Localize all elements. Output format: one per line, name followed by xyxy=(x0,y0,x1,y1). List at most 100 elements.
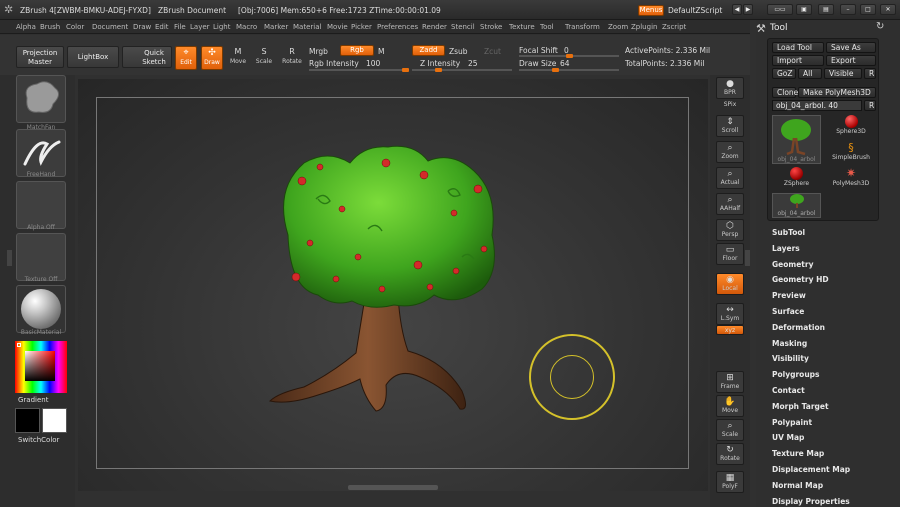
menu-stroke[interactable]: Stroke xyxy=(480,23,502,31)
rgb-intensity-slider[interactable] xyxy=(309,68,409,72)
primary-color-swatch[interactable] xyxy=(15,408,40,433)
tool-simplebrush[interactable]: § SimpleBrush xyxy=(826,141,876,165)
menu-document[interactable]: Document xyxy=(92,23,128,31)
menus-button[interactable]: Menus xyxy=(638,5,664,16)
color-square[interactable] xyxy=(25,351,55,381)
gradient-label[interactable]: Gradient xyxy=(18,396,48,404)
r-button-2[interactable]: R xyxy=(864,100,876,111)
menu-zplugin[interactable]: Zplugin xyxy=(631,23,657,31)
load-tool-button[interactable]: Load Tool xyxy=(772,42,824,53)
menu-texture[interactable]: Texture xyxy=(509,23,535,31)
tool-menu-surface[interactable]: Surface xyxy=(772,307,804,316)
slider-handle[interactable] xyxy=(402,68,409,72)
tool-polymesh3d[interactable]: ✷ PolyMesh3D xyxy=(826,167,876,191)
current-tool-thumbnail[interactable]: obj_04_arbol xyxy=(772,115,821,164)
clone-button[interactable]: Clone xyxy=(772,87,798,98)
refresh-icon[interactable]: ↻ xyxy=(876,21,884,32)
tool-menu-display-properties[interactable]: Display Properties xyxy=(772,497,850,506)
zcut-button[interactable]: Zcut xyxy=(484,47,501,56)
zsub-button[interactable]: Zsub xyxy=(449,47,468,56)
stroke-selector[interactable] xyxy=(16,129,66,177)
tool-menu-morph-target[interactable]: Morph Target xyxy=(772,402,829,411)
projection-master-button[interactable]: Projection Master xyxy=(16,46,64,68)
next-icon[interactable]: ▶ xyxy=(743,4,753,15)
lightbox-button[interactable]: LightBox xyxy=(67,46,119,68)
tool-menu-masking[interactable]: Masking xyxy=(772,339,807,348)
spix-label[interactable]: SPix xyxy=(710,101,750,108)
zadd-button[interactable]: Zadd xyxy=(412,45,445,56)
rgb-button[interactable]: Rgb xyxy=(340,45,374,56)
tool-menu-geometry-hd[interactable]: Geometry HD xyxy=(772,275,829,284)
alpha-selector[interactable] xyxy=(16,181,66,229)
close-icon[interactable]: ✕ xyxy=(880,4,896,15)
menu-file[interactable]: File xyxy=(174,23,186,31)
slider-handle[interactable] xyxy=(551,68,559,72)
prev-icon[interactable]: ◀ xyxy=(732,4,742,15)
menu-draw[interactable]: Draw xyxy=(133,23,151,31)
left-splitter[interactable] xyxy=(7,250,12,266)
fit-icon[interactable]: ▣ xyxy=(796,4,812,15)
rotate-button[interactable]: R Rotate xyxy=(281,46,303,70)
texture-selector[interactable] xyxy=(16,233,66,281)
save-as-button[interactable]: Save As xyxy=(826,42,876,53)
tool-menu-texture-map[interactable]: Texture Map xyxy=(772,449,824,458)
menu-macro[interactable]: Macro xyxy=(236,23,257,31)
tool-menu-geometry[interactable]: Geometry xyxy=(772,260,813,269)
scale-button[interactable]: S Scale xyxy=(254,46,274,70)
r-button[interactable]: R xyxy=(864,68,876,79)
tool-zsphere[interactable]: ZSphere xyxy=(772,167,821,191)
menu-color[interactable]: Color xyxy=(66,23,84,31)
menu-marker[interactable]: Marker xyxy=(264,23,288,31)
menu-zscript[interactable]: Zscript xyxy=(662,23,686,31)
script-name[interactable]: DefaultZScript xyxy=(668,6,722,15)
canvas-scroll-handle[interactable] xyxy=(348,485,438,490)
tool-sphere3d[interactable]: Sphere3D xyxy=(826,115,876,139)
menu-tool[interactable]: Tool xyxy=(540,23,554,31)
color-picker[interactable] xyxy=(15,341,67,393)
tool-obj-arbol[interactable]: obj_04_arbol xyxy=(772,193,821,218)
tool-menu-contact[interactable]: Contact xyxy=(772,386,805,395)
all-button[interactable]: All xyxy=(798,68,822,79)
menu-zoom[interactable]: Zoom xyxy=(608,23,628,31)
move-button[interactable]: M Move xyxy=(228,46,248,70)
tool-menu-normal-map[interactable]: Normal Map xyxy=(772,481,823,490)
maximize-icon[interactable]: □ xyxy=(860,4,876,15)
secondary-color-swatch[interactable] xyxy=(42,408,67,433)
quick-sketch-button[interactable]: Quick Sketch xyxy=(122,46,172,68)
menu-stencil[interactable]: Stencil xyxy=(451,23,475,31)
export-button[interactable]: Export xyxy=(826,55,876,66)
slider-handle[interactable] xyxy=(565,54,573,58)
viewport-canvas[interactable] xyxy=(78,79,708,491)
menu-render[interactable]: Render xyxy=(422,23,447,31)
menu-layer[interactable]: Layer xyxy=(190,23,210,31)
menu-alpha[interactable]: Alpha xyxy=(16,23,36,31)
menu-edit[interactable]: Edit xyxy=(155,23,169,31)
edit-button[interactable]: ⌖ Edit xyxy=(175,46,197,70)
current-tool-slider[interactable]: obj_04_arbol. 40 xyxy=(772,100,862,111)
right-splitter[interactable] xyxy=(745,250,750,266)
tool-menu-displacement-map[interactable]: Displacement Map xyxy=(772,465,850,474)
visible-button[interactable]: Visible xyxy=(824,68,862,79)
switch-color-button[interactable]: SwitchColor xyxy=(18,436,59,444)
tool-menu-subtool[interactable]: SubTool xyxy=(772,228,805,237)
menu-movie[interactable]: Movie xyxy=(327,23,348,31)
menu-brush[interactable]: Brush xyxy=(40,23,60,31)
draw-size-slider[interactable] xyxy=(519,68,619,72)
mrgb-button[interactable]: Mrgb xyxy=(309,47,328,56)
goz-button[interactable]: GoZ xyxy=(772,68,796,79)
m-button[interactable]: M xyxy=(378,47,384,56)
draw-button[interactable]: ✣ Draw xyxy=(201,46,223,70)
menu-preferences[interactable]: Preferences xyxy=(377,23,418,31)
make-polymesh-button[interactable]: Make PolyMesh3D xyxy=(798,87,876,98)
focal-shift-slider[interactable] xyxy=(519,54,619,58)
tool-menu-polygroups[interactable]: Polygroups xyxy=(772,370,820,379)
tool-menu-polypaint[interactable]: Polypaint xyxy=(772,418,812,427)
menu-light[interactable]: Light xyxy=(213,23,230,31)
slider-handle[interactable] xyxy=(435,68,443,72)
tool-menu-uv-map[interactable]: UV Map xyxy=(772,433,804,442)
minimize-icon[interactable]: – xyxy=(840,4,856,15)
tool-header[interactable]: Tool xyxy=(770,23,787,33)
lock-icon[interactable]: ▤ xyxy=(818,4,834,15)
tool-menu-deformation[interactable]: Deformation xyxy=(772,323,825,332)
menu-transform[interactable]: Transform xyxy=(565,23,600,31)
